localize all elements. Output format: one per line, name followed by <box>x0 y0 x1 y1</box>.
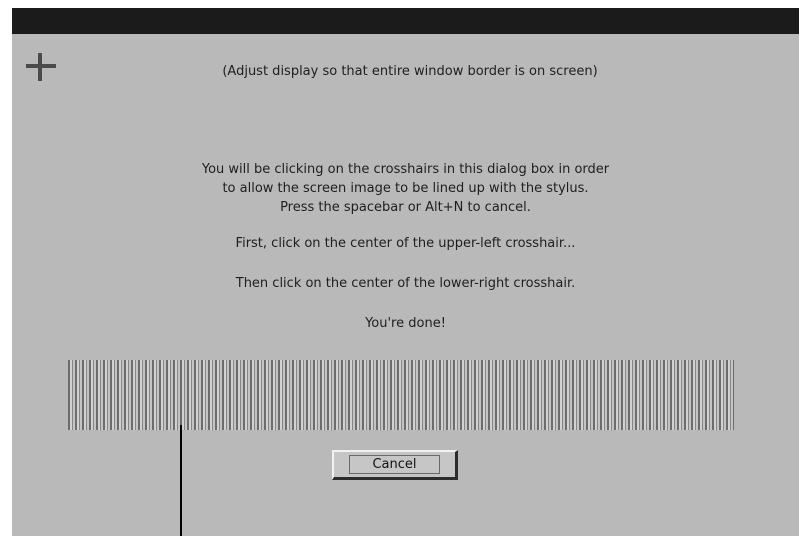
cancel-button[interactable]: Cancel <box>332 450 458 480</box>
step-2-text: Then click on the center of the lower-ri… <box>235 276 576 291</box>
header-note: (Adjust display so that entire window bo… <box>222 64 598 79</box>
instructions: You will be clicking on the crosshairs i… <box>12 160 799 217</box>
instruction-line: to allow the screen image to be lined up… <box>222 181 589 196</box>
stylus-pointer-line <box>180 425 182 536</box>
crosshair-icon[interactable] <box>25 52 57 82</box>
done-text: You're done! <box>365 316 446 331</box>
instruction-line: You will be clicking on the crosshairs i… <box>201 162 610 177</box>
cancel-button-label: Cancel <box>349 455 440 474</box>
calibration-pattern <box>68 360 734 430</box>
title-bar <box>12 8 799 34</box>
step-1-text: First, click on the center of the upper-… <box>235 236 576 251</box>
instruction-line: Press the spacebar or Alt+N to cancel. <box>280 200 531 215</box>
